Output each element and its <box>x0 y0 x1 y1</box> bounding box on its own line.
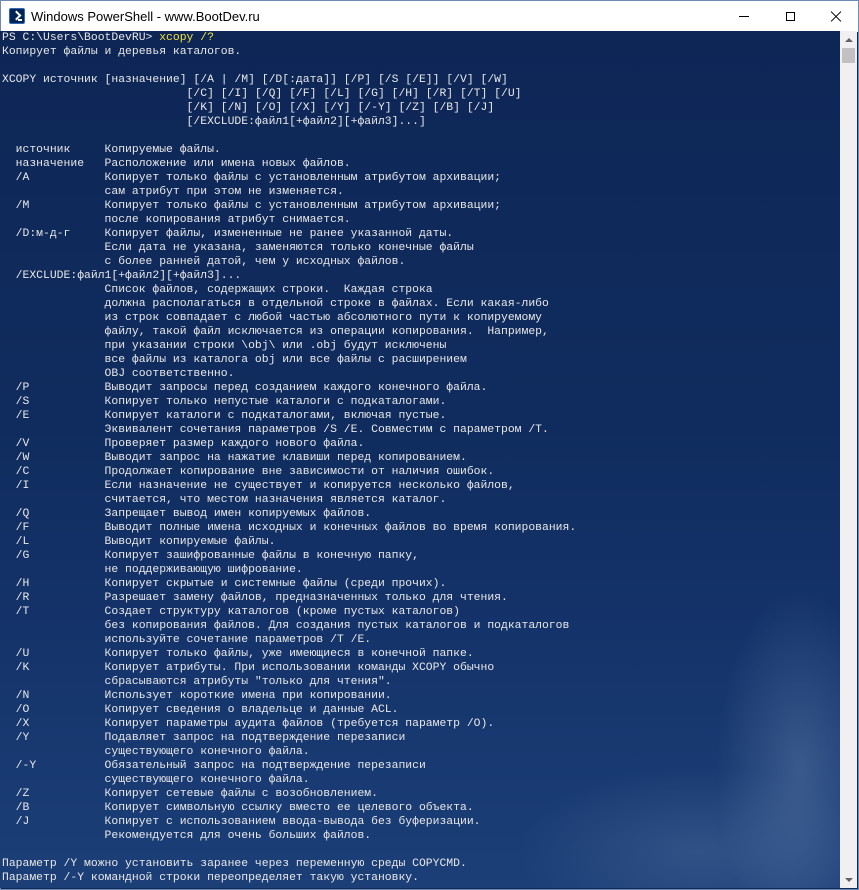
arrow-up-icon <box>844 37 853 42</box>
scroll-down-button[interactable] <box>840 871 857 888</box>
maximize-icon <box>785 12 795 21</box>
command: xcopy /? <box>159 32 214 44</box>
prompt: PS C:\Users\BootDevRU> <box>2 32 160 44</box>
close-button[interactable] <box>813 1 859 32</box>
powershell-icon[interactable] <box>9 8 25 24</box>
close-icon <box>830 11 842 23</box>
window-title: Windows PowerShell - www.BootDev.ru <box>31 9 260 24</box>
console-text: PS C:\Users\BootDevRU> xcopy /? Копирует… <box>2 31 576 885</box>
maximize-button[interactable] <box>767 1 813 32</box>
minimize-button[interactable] <box>721 1 767 32</box>
scrollbar-thumb[interactable] <box>842 48 855 63</box>
console-area[interactable]: PS C:\Users\BootDevRU> xcopy /? Копирует… <box>0 31 840 888</box>
minimize-icon <box>739 16 749 17</box>
command-output: Копирует файлы и деревья каталогов. XCOP… <box>2 46 577 884</box>
title-bar[interactable]: Windows PowerShell - www.BootDev.ru <box>1 1 858 32</box>
arrow-down-icon <box>844 877 853 882</box>
scroll-up-button[interactable] <box>840 31 857 48</box>
vertical-scrollbar[interactable] <box>840 31 857 888</box>
